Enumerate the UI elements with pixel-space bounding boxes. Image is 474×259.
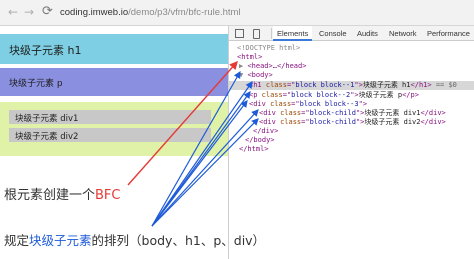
- rendered-page: 块级子元素 h1 块级子元素 p 块级子元素 div1 块级子元素 div2: [0, 26, 228, 259]
- devtools-panel: Elements Console Audits Network Performa…: [228, 26, 474, 259]
- annotation-rule-suffix: 的排列（body、h1、p、div）: [91, 233, 266, 248]
- child1-text: 块级子元素 div1: [364, 109, 421, 117]
- head-tag: <head>…</head>: [247, 62, 307, 70]
- p-class: block block--2: [291, 91, 351, 99]
- device-toggle-icon[interactable]: [253, 29, 260, 39]
- annotation-bfc-caption: 根元素创建一个BFC: [4, 184, 121, 203]
- tab-audits[interactable]: Audits: [357, 26, 378, 41]
- html-close-tag: </html>: [239, 145, 269, 153]
- h1-class: block block--1: [295, 81, 355, 89]
- tab-elements[interactable]: Elements: [273, 26, 313, 41]
- dom-h1-selected[interactable]: <h1 class="block block--1">块级子元素 h1</h1>…: [229, 81, 474, 91]
- address-bar: ← → ⟳ coding.imweb.io/demo/p3/vfm/bfc-ru…: [0, 0, 474, 26]
- block-p-text: 块级子元素 p: [9, 79, 63, 89]
- block-p: 块级子元素 p: [0, 68, 228, 96]
- annotation-rule-highlight: 块级子元素: [29, 233, 92, 248]
- div-class: block block--3: [299, 100, 359, 108]
- dom-head[interactable]: ▶ <head>…</head>: [229, 62, 474, 71]
- body-close-tag: </body>: [245, 136, 275, 144]
- dom-body-close[interactable]: </body>: [229, 136, 474, 145]
- p-tagname: p: [253, 91, 258, 99]
- block-child-div2-text: 块级子元素 div2: [15, 132, 79, 142]
- annotation-rule-caption: 规定块级子元素的排列（body、h1、p、div）: [4, 230, 265, 249]
- doctype-text: <!DOCTYPE html>: [237, 44, 301, 52]
- block-child-div1-text: 块级子元素 div1: [15, 114, 79, 124]
- p-text: 块级子元素 p: [358, 91, 403, 99]
- h1-tagname: h1: [253, 81, 262, 89]
- child2-class: block-child: [309, 118, 356, 126]
- inspect-icon[interactable]: [235, 29, 244, 38]
- h1-text: 块级子元素 h1: [362, 81, 411, 89]
- url-host: coding.imweb.io: [60, 7, 129, 18]
- selected-marker: == $0: [435, 81, 457, 89]
- annotation-rule-prefix: 规定: [4, 233, 30, 248]
- dom-body-open[interactable]: ▼ <body>: [229, 71, 474, 80]
- html-open-tag: <html>: [237, 53, 263, 61]
- block-div: 块级子元素 div1 块级子元素 div2: [0, 102, 228, 156]
- dom-doctype[interactable]: <!DOCTYPE html>: [229, 44, 474, 53]
- annotation-bfc-prefix: 根元素创建一个: [4, 188, 96, 203]
- child1-class: block-child: [309, 109, 356, 117]
- dom-div-close[interactable]: </div>: [229, 127, 474, 136]
- child2-text: 块级子元素 div2: [364, 118, 421, 126]
- toolbar-divider: [271, 28, 272, 39]
- back-arrow-icon[interactable]: ←: [8, 5, 18, 19]
- dom-tree: <!DOCTYPE html> <html> ▶ <head>…</head> …: [229, 43, 474, 183]
- body-open-tag: <body>: [247, 71, 273, 79]
- block-h1-text: 块级子元素 h1: [9, 44, 82, 57]
- dom-child-div1[interactable]: <div class="block-child">块级子元素 div1</div…: [229, 109, 474, 118]
- div-close-tag: </div>: [253, 127, 279, 135]
- dom-html-close[interactable]: </html>: [229, 145, 474, 154]
- forward-arrow-icon[interactable]: →: [24, 5, 34, 19]
- annotation-bfc-highlight: BFC: [95, 188, 121, 203]
- dom-html-open[interactable]: <html>: [229, 53, 474, 62]
- block-child-div1: 块级子元素 div1: [9, 110, 211, 124]
- devtools-tabbar: Elements Console Audits Network Performa…: [229, 26, 474, 41]
- div-tagname: div: [253, 100, 266, 108]
- tab-console[interactable]: Console: [319, 26, 347, 41]
- block-h1: 块级子元素 h1: [0, 34, 228, 64]
- dom-child-div2[interactable]: <div class="block-child">块级子元素 div2</div…: [229, 118, 474, 127]
- block-child-div2: 块级子元素 div2: [9, 128, 211, 142]
- url-path: /demo/p3/vfm/bfc-rule.html: [128, 7, 241, 18]
- dom-p[interactable]: <p class="block block--2">块级子元素 p</p>: [229, 91, 474, 100]
- dom-div-open[interactable]: <div class="block block--3">: [229, 100, 474, 109]
- tab-performance[interactable]: Performance: [427, 26, 470, 41]
- tab-network[interactable]: Network: [389, 26, 417, 41]
- reload-icon[interactable]: ⟳: [42, 4, 53, 20]
- url-field[interactable]: coding.imweb.io/demo/p3/vfm/bfc-rule.htm…: [60, 7, 241, 18]
